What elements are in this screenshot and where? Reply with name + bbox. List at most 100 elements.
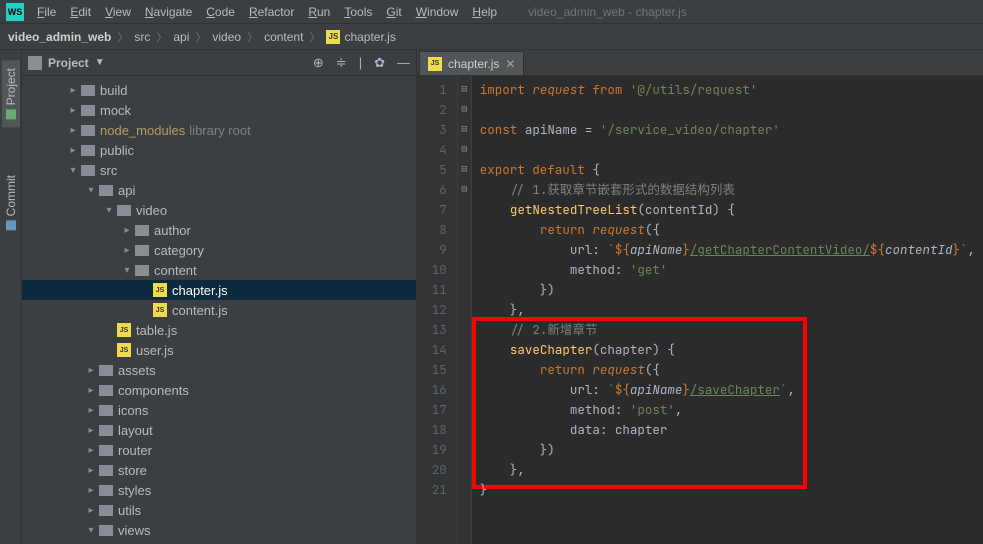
fold-toggle-icon[interactable]: ⊟ <box>458 100 471 120</box>
line-number[interactable]: 12 <box>417 300 447 320</box>
line-number[interactable]: 11 <box>417 280 447 300</box>
line-number[interactable]: 13 <box>417 320 447 340</box>
menu-view[interactable]: View <box>98 3 138 21</box>
tree-file[interactable]: JSuser.js <box>22 340 416 360</box>
tree-folder[interactable]: ▸author <box>22 220 416 240</box>
expand-icon[interactable]: ▸ <box>84 425 98 436</box>
dropdown-arrow-icon[interactable]: ▼ <box>95 57 105 68</box>
tree-folder[interactable]: ▸styles <box>22 480 416 500</box>
code-line[interactable]: }) <box>480 440 975 460</box>
breadcrumb-item[interactable]: api <box>173 30 189 44</box>
menu-navigate[interactable]: Navigate <box>138 3 199 21</box>
line-number[interactable]: 14 <box>417 340 447 360</box>
collapse-icon[interactable]: ▾ <box>120 265 134 276</box>
code-line[interactable]: export default { <box>480 160 975 180</box>
line-number[interactable]: 16 <box>417 380 447 400</box>
line-number[interactable]: 5 <box>417 160 447 180</box>
line-number[interactable]: 21 <box>417 480 447 500</box>
menu-run[interactable]: Run <box>301 3 337 21</box>
line-number-gutter[interactable]: 123456789101112131415161718192021 <box>417 76 458 544</box>
tree-folder[interactable]: ▸store <box>22 460 416 480</box>
code-line[interactable]: return request({ <box>480 220 975 240</box>
fold-gutter[interactable]: ⊟⊟⊟⊟⊟⊟ <box>458 76 472 544</box>
code-line[interactable]: method: 'post', <box>480 400 975 420</box>
code-line[interactable]: return request({ <box>480 360 975 380</box>
line-number[interactable]: 1 <box>417 80 447 100</box>
code-editor[interactable]: import request from '@/utils/request' co… <box>472 76 983 544</box>
tree-folder[interactable]: ▸build <box>22 80 416 100</box>
code-line[interactable]: url: `${apiName}/getChapterContentVideo/… <box>480 240 975 260</box>
code-line[interactable]: const apiName = '/service_video/chapter' <box>480 120 975 140</box>
line-number[interactable]: 2 <box>417 100 447 120</box>
menu-code[interactable]: Code <box>199 3 242 21</box>
tree-folder[interactable]: ▾content <box>22 260 416 280</box>
tree-folder[interactable]: ▾views <box>22 520 416 540</box>
expand-icon[interactable]: ▸ <box>66 125 80 136</box>
expand-all-icon[interactable]: ≑ <box>336 55 347 71</box>
fold-toggle-icon[interactable]: ⊟ <box>458 120 471 140</box>
tool-tab-project[interactable]: Project <box>2 60 20 127</box>
line-number[interactable]: 17 <box>417 400 447 420</box>
hide-panel-icon[interactable]: — <box>397 55 410 71</box>
menu-help[interactable]: Help <box>465 3 504 21</box>
expand-icon[interactable]: ▸ <box>84 405 98 416</box>
line-number[interactable]: 20 <box>417 460 447 480</box>
breadcrumb-item[interactable]: src <box>134 30 150 44</box>
menu-git[interactable]: Git <box>379 3 408 21</box>
code-line[interactable]: saveChapter(chapter) { <box>480 340 975 360</box>
expand-icon[interactable]: ▸ <box>84 385 98 396</box>
code-line[interactable]: } <box>480 480 975 500</box>
expand-icon[interactable]: ▸ <box>84 485 98 496</box>
locate-icon[interactable]: ⊕ <box>313 55 324 71</box>
line-number[interactable]: 3 <box>417 120 447 140</box>
tree-file[interactable]: JStable.js <box>22 320 416 340</box>
line-number[interactable]: 19 <box>417 440 447 460</box>
tree-folder[interactable]: ▸assets <box>22 360 416 380</box>
code-line[interactable]: method: 'get' <box>480 260 975 280</box>
tree-file[interactable]: JSchapter.js <box>22 280 416 300</box>
menu-edit[interactable]: Edit <box>63 3 98 21</box>
expand-icon[interactable]: ▸ <box>120 225 134 236</box>
line-number[interactable]: 4 <box>417 140 447 160</box>
editor-tab[interactable]: JS chapter.js ✕ <box>419 51 524 75</box>
expand-icon[interactable]: ▸ <box>84 505 98 516</box>
fold-toggle-icon[interactable]: ⊟ <box>458 140 471 160</box>
code-line[interactable] <box>480 140 975 160</box>
fold-toggle-icon[interactable]: ⊟ <box>458 160 471 180</box>
code-line[interactable]: }) <box>480 280 975 300</box>
breadcrumb-project[interactable]: video_admin_web <box>8 30 111 44</box>
menu-tools[interactable]: Tools <box>337 3 379 21</box>
expand-icon[interactable]: ▸ <box>84 365 98 376</box>
code-line[interactable]: data: chapter <box>480 420 975 440</box>
collapse-icon[interactable]: ▾ <box>84 525 98 536</box>
project-tree[interactable]: ▸build▸mock▸node_moduleslibrary root▸pub… <box>22 76 416 544</box>
tree-folder[interactable]: ▸public <box>22 140 416 160</box>
close-icon[interactable]: ✕ <box>505 57 515 71</box>
tree-folder[interactable]: ▸icons <box>22 400 416 420</box>
tree-folder[interactable]: ▸node_moduleslibrary root <box>22 120 416 140</box>
tree-folder[interactable]: ▸mock <box>22 100 416 120</box>
code-line[interactable]: }, <box>480 460 975 480</box>
menu-refactor[interactable]: Refactor <box>242 3 301 21</box>
line-number[interactable]: 18 <box>417 420 447 440</box>
expand-icon[interactable]: ▸ <box>84 465 98 476</box>
code-line[interactable]: url: `${apiName}/saveChapter`, <box>480 380 975 400</box>
fold-toggle-icon[interactable]: ⊟ <box>458 80 471 100</box>
tree-folder[interactable]: ▾video <box>22 200 416 220</box>
expand-icon[interactable]: ▸ <box>66 145 80 156</box>
expand-icon[interactable]: ▸ <box>66 105 80 116</box>
line-number[interactable]: 6 <box>417 180 447 200</box>
collapse-icon[interactable]: ▾ <box>102 205 116 216</box>
tree-folder[interactable]: ▸layout <box>22 420 416 440</box>
tree-folder[interactable]: ▸router <box>22 440 416 460</box>
tree-folder[interactable]: ▸components <box>22 380 416 400</box>
tool-tab-commit[interactable]: Commit <box>2 167 20 238</box>
collapse-icon[interactable]: ▾ <box>66 165 80 176</box>
tree-folder[interactable]: ▾api <box>22 180 416 200</box>
line-number[interactable]: 10 <box>417 260 447 280</box>
tree-folder[interactable]: ▾src <box>22 160 416 180</box>
expand-icon[interactable]: ▸ <box>120 245 134 256</box>
code-line[interactable]: getNestedTreeList(contentId) { <box>480 200 975 220</box>
breadcrumb-file[interactable]: JS chapter.js <box>326 30 395 44</box>
line-number[interactable]: 7 <box>417 200 447 220</box>
